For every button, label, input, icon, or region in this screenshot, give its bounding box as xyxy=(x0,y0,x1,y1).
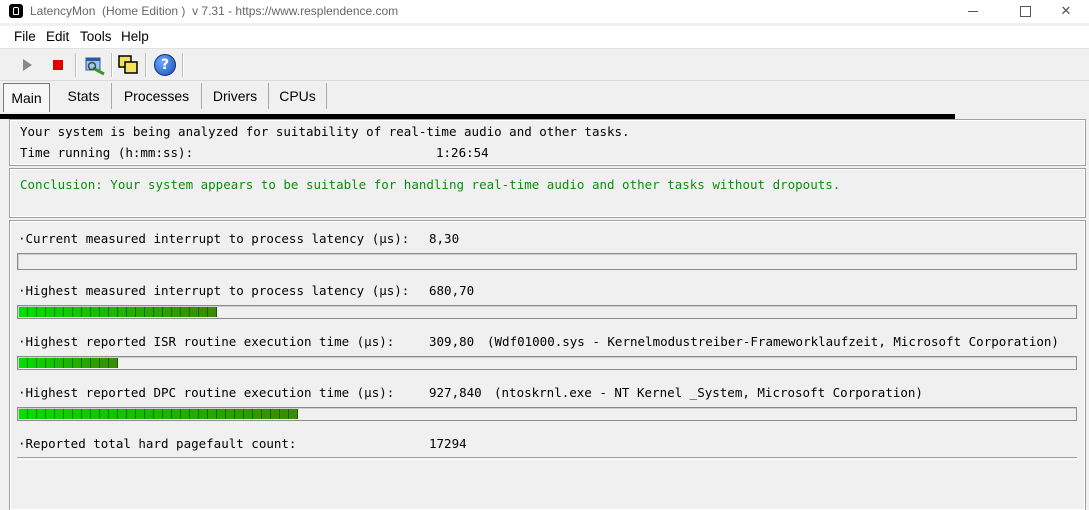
tab-main[interactable]: Main xyxy=(3,83,50,112)
latency-bar-fill xyxy=(19,307,217,317)
metric-value: 8,30 xyxy=(429,231,460,246)
tab-strip: Main Stats Processes Drivers CPUs xyxy=(0,83,1089,113)
latency-bar xyxy=(17,253,1077,270)
latency-bar xyxy=(17,356,1077,370)
title-bar: LatencyMon (Home Edition ) v 7.31 - http… xyxy=(0,0,1089,23)
windows-button[interactable] xyxy=(115,52,141,78)
metric-label: ·Highest reported ISR routine execution … xyxy=(18,334,395,349)
toolbar: ? xyxy=(0,49,1089,81)
metric-value: 309,80 xyxy=(429,334,475,349)
conclusion-text: Conclusion: Your system appears to be su… xyxy=(20,177,841,192)
window-title: LatencyMon (Home Edition ) v 7.31 - http… xyxy=(30,4,399,18)
time-running-value: 1:26:54 xyxy=(436,145,489,160)
maximize-button[interactable] xyxy=(1002,0,1048,23)
close-icon: ✕ xyxy=(1060,4,1072,19)
toolbar-separator xyxy=(75,53,77,77)
toolbar-separator xyxy=(145,53,147,77)
stop-icon xyxy=(53,60,63,70)
menu-tools[interactable]: Tools xyxy=(80,29,112,44)
maximize-icon xyxy=(1019,6,1031,17)
status-line: Your system is being analyzed for suitab… xyxy=(20,124,630,139)
help-icon: ? xyxy=(154,54,176,76)
close-button[interactable]: ✕ xyxy=(1043,0,1089,23)
latency-bar xyxy=(17,305,1077,319)
metric-label: ·Current measured interrupt to process l… xyxy=(18,231,410,246)
metric-detail: (ntoskrnl.exe - NT Kernel _System, Micro… xyxy=(494,385,923,400)
conclusion-panel: Conclusion: Your system appears to be su… xyxy=(9,168,1086,218)
windows-icon xyxy=(118,55,138,74)
menu-edit[interactable]: Edit xyxy=(46,29,69,44)
metric-label: ·Highest reported DPC routine execution … xyxy=(18,385,395,400)
minimize-button[interactable] xyxy=(950,0,996,23)
divider xyxy=(17,457,1077,460)
menu-bar: File Edit Tools Help xyxy=(0,26,1089,49)
metric-value: 680,70 xyxy=(429,283,475,298)
help-button[interactable]: ? xyxy=(152,52,178,78)
play-icon xyxy=(22,59,32,71)
metric-value: 17294 xyxy=(429,436,467,451)
tab-processes[interactable]: Processes xyxy=(112,83,202,109)
status-panel: Your system is being analyzed for suitab… xyxy=(9,119,1086,166)
latency-bar-fill xyxy=(19,409,298,419)
metric-label: ·Reported total hard pagefault count: xyxy=(18,436,297,451)
stop-button[interactable] xyxy=(45,52,71,78)
latency-bar xyxy=(17,407,1077,421)
metric-label: ·Highest measured interrupt to process l… xyxy=(18,283,410,298)
tab-drivers[interactable]: Drivers xyxy=(202,83,269,109)
app-icon xyxy=(9,4,23,18)
start-button[interactable] xyxy=(14,52,40,78)
metric-value: 927,840 xyxy=(429,385,482,400)
menu-help[interactable]: Help xyxy=(121,29,149,44)
tab-cpus[interactable]: CPUs xyxy=(269,83,327,109)
tab-stats[interactable]: Stats xyxy=(56,83,112,109)
toolbar-separator xyxy=(182,53,184,77)
toolbar-separator xyxy=(111,53,113,77)
analyze-button[interactable] xyxy=(82,52,108,78)
menu-file[interactable]: File xyxy=(14,29,36,44)
time-running-label: Time running (h:mm:ss): xyxy=(20,145,194,160)
metric-detail: (Wdf01000.sys - Kernelmodustreiber-Frame… xyxy=(487,334,1059,349)
minimize-icon xyxy=(968,11,978,12)
analyze-icon xyxy=(85,57,105,76)
latency-bar-fill xyxy=(19,358,118,368)
